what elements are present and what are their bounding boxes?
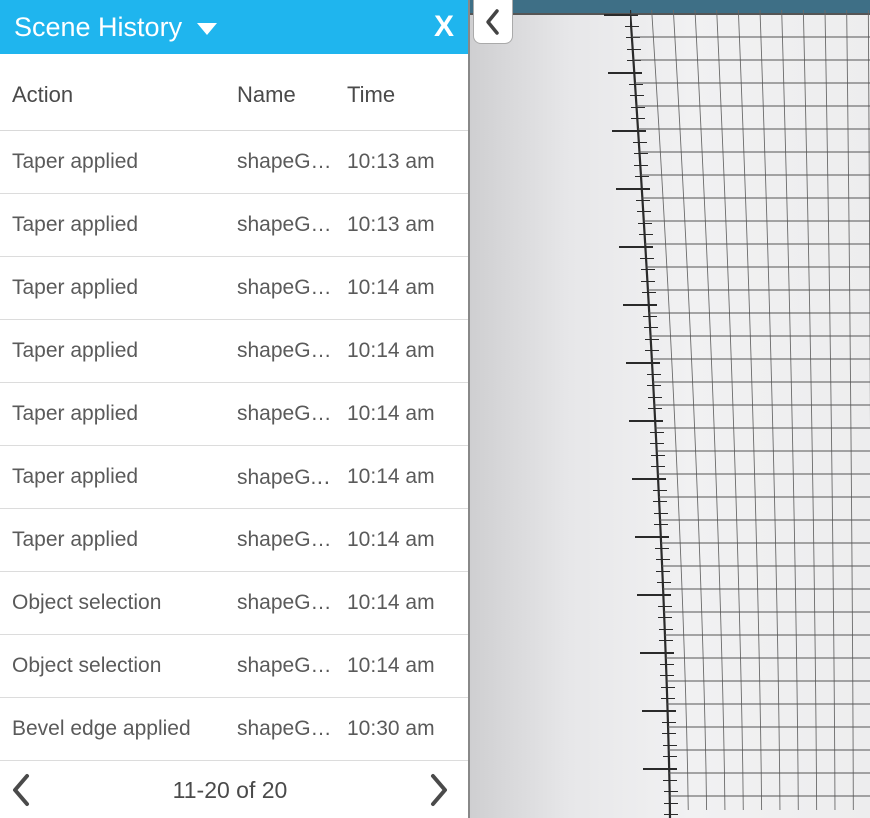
- table-row[interactable]: Object selectionshapeG…10:14 am: [0, 572, 468, 635]
- cell-time: 10:14 am: [347, 591, 456, 615]
- cell-time: 10:14 am: [347, 402, 456, 426]
- cell-time: 10:30 am: [347, 717, 456, 741]
- pager-range-text: 11-20 of 20: [173, 777, 288, 804]
- close-icon[interactable]: X: [434, 12, 454, 42]
- viewport-3d[interactable]: [470, 0, 870, 818]
- table-row[interactable]: Bevel edge appliedshapeG…10:30 am: [0, 698, 468, 761]
- column-header-time[interactable]: Time: [347, 82, 456, 108]
- table-row[interactable]: Taper appliedshapeG…10:13 am: [0, 131, 468, 194]
- chevron-left-icon: [484, 8, 502, 36]
- table-header-row: Action Name Time: [0, 54, 468, 131]
- cell-name: shapeG.‥: [237, 465, 347, 490]
- collapse-panel-button[interactable]: [473, 0, 513, 44]
- cell-action: Taper applied: [12, 276, 237, 300]
- scene-history-panel: Scene History X Action Name Time Taper a…: [0, 0, 470, 818]
- panel-title-dropdown[interactable]: Scene History: [14, 12, 218, 43]
- cell-name: shapeG…: [237, 339, 347, 363]
- cell-time: 10:13 am: [347, 213, 456, 237]
- cell-time: 10:13 am: [347, 150, 456, 174]
- cell-action: Taper applied: [12, 150, 237, 174]
- cell-time: 10:14 am: [347, 654, 456, 678]
- table-row[interactable]: Taper appliedshapeG.‥10:14 am: [0, 446, 468, 509]
- table-row[interactable]: Taper appliedshapeG…10:14 am: [0, 257, 468, 320]
- cell-name: shapeG…: [237, 213, 347, 237]
- table-row[interactable]: Object selectionshapeG…10:14 am: [0, 635, 468, 698]
- cell-action: Taper applied: [12, 528, 237, 552]
- cell-name: shapeG…: [237, 528, 347, 552]
- table-row[interactable]: Taper appliedshapeG…10:14 am: [0, 509, 468, 572]
- cell-name: shapeG…: [237, 150, 347, 174]
- cell-action: Object selection: [12, 654, 237, 678]
- pager-prev-button[interactable]: [10, 773, 32, 807]
- cell-name: shapeG…: [237, 591, 347, 615]
- table-row[interactable]: Taper appliedshapeG…10:14 am: [0, 383, 468, 446]
- cell-action: Bevel edge applied: [12, 717, 237, 741]
- cell-name: shapeG…: [237, 276, 347, 300]
- pager-next-button[interactable]: [428, 773, 450, 807]
- cell-action: Object selection: [12, 591, 237, 615]
- cell-time: 10:14 am: [347, 528, 456, 552]
- dropdown-caret-icon: [196, 12, 218, 43]
- cell-name: shapeG…: [237, 717, 347, 741]
- panel-title-text: Scene History: [14, 12, 182, 43]
- column-header-action[interactable]: Action: [12, 82, 237, 108]
- cell-time: 10:14 am: [347, 465, 456, 489]
- cell-time: 10:14 am: [347, 339, 456, 363]
- cell-action: Taper applied: [12, 402, 237, 426]
- cell-name: shapeG…: [237, 654, 347, 678]
- cell-time: 10:14 am: [347, 276, 456, 300]
- table-row[interactable]: Taper appliedshapeG…10:13 am: [0, 194, 468, 257]
- cell-action: Taper applied: [12, 213, 237, 237]
- cell-action: Taper applied: [12, 339, 237, 363]
- table-row[interactable]: Taper appliedshapeG…10:14 am: [0, 320, 468, 383]
- panel-header: Scene History X: [0, 0, 468, 54]
- mesh-object[interactable]: [630, 10, 870, 818]
- cell-name: shapeG…: [237, 402, 347, 426]
- column-header-name[interactable]: Name: [237, 82, 347, 108]
- history-rows: Taper appliedshapeG…10:13 amTaper applie…: [0, 131, 468, 762]
- cell-action: Taper applied: [12, 465, 237, 489]
- pager: 11-20 of 20: [0, 762, 468, 818]
